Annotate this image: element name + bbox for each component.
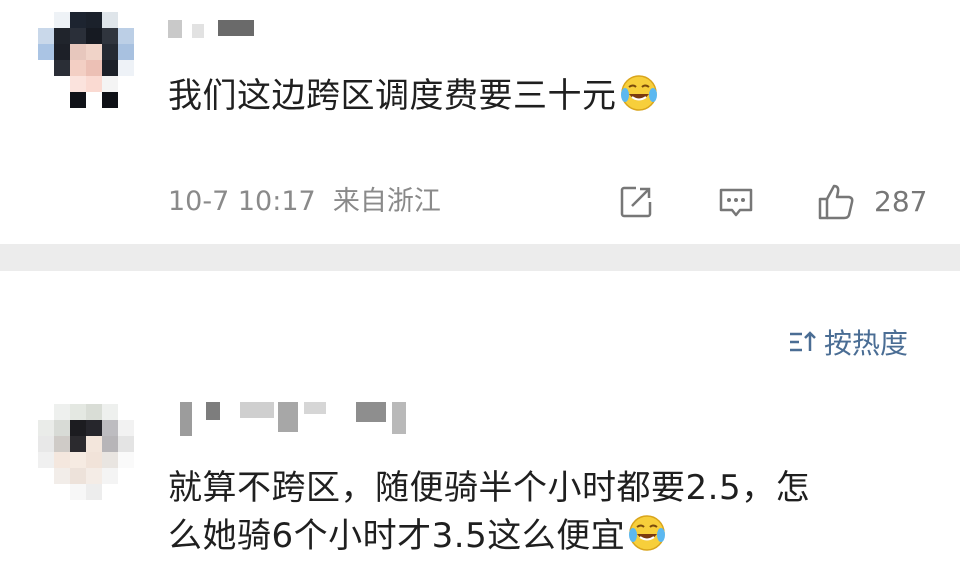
username[interactable] — [180, 402, 406, 436]
avatar[interactable] — [38, 404, 134, 500]
comment-line: 就算不跨区，随便骑半个小时都要2.5，怎 — [168, 468, 811, 508]
like-icon[interactable] — [816, 182, 856, 222]
share-icon[interactable] — [616, 182, 656, 222]
comment-text: 就算不跨区，随便骑半个小时都要2.5，怎 么她骑6个小时才3.5这么便宜 — [168, 464, 810, 560]
avatar[interactable] — [38, 12, 134, 108]
crying-laughing-emoji-icon — [629, 515, 666, 551]
crying-laughing-emoji-icon — [620, 75, 657, 111]
comment-location: 来自浙江 — [332, 186, 441, 217]
comment-time: 10-7 10:17 来自浙江 — [168, 186, 441, 217]
username[interactable] — [168, 20, 254, 38]
section-divider — [0, 244, 960, 271]
sort-button[interactable]: 按热度 — [788, 318, 908, 366]
comment-meta: 10-7 10:17 来自浙江 287 — [168, 180, 938, 224]
sort-label: 按热度 — [824, 327, 909, 360]
sort-icon — [790, 331, 816, 352]
comment-icon[interactable] — [716, 182, 756, 222]
comment-line: 么她骑6个小时才3.5这么便宜 — [168, 512, 810, 560]
comment-text: 我们这边跨区调度费要三十元 — [168, 72, 659, 120]
like-count: 287 — [874, 185, 928, 218]
